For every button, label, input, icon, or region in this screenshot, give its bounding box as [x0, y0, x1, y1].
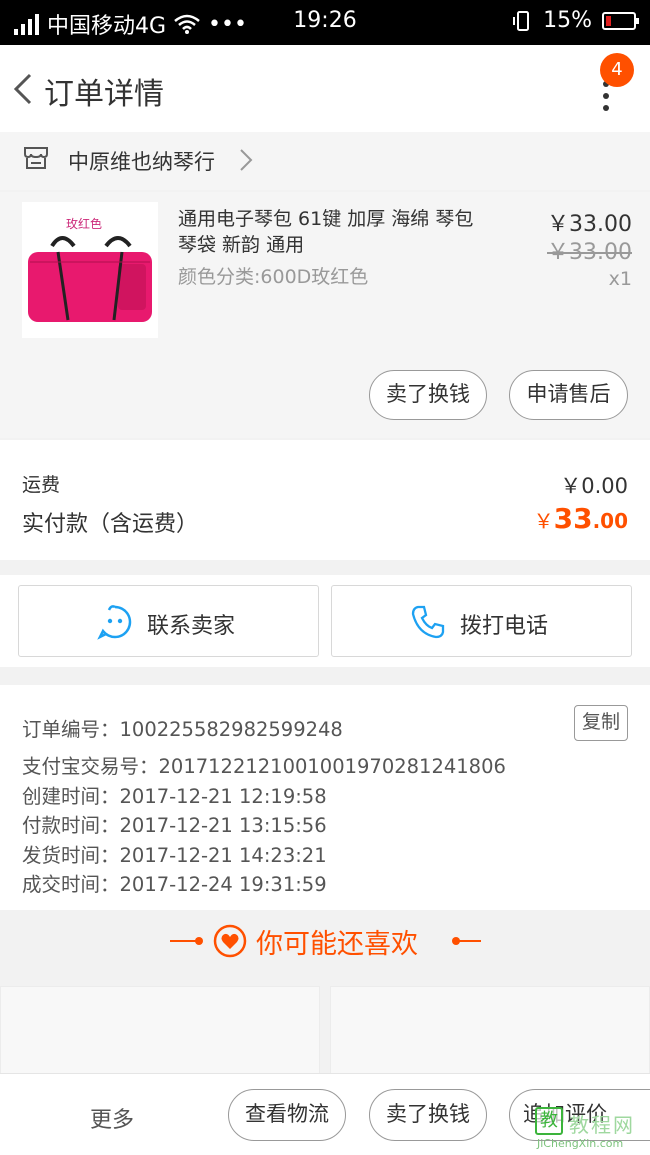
watermark-url: JiChengXin.com — [537, 1137, 624, 1150]
heart-icon — [213, 924, 247, 958]
watermark-text: 教程网 — [569, 1113, 635, 1137]
recommend-header: 你可能还喜欢 — [0, 912, 650, 974]
call-phone-label: 拨打电话 — [460, 614, 549, 639]
copy-button[interactable]: 复制 — [574, 705, 628, 741]
watermark: 教 教程网 JiChengXin.com — [533, 1103, 645, 1153]
store-icon — [24, 147, 48, 169]
product-sku: 颜色分类:600D玫红色 — [178, 266, 369, 288]
after-sales-button[interactable]: 申请售后 — [509, 370, 628, 420]
recommend-title: 你可能还喜欢 — [256, 929, 418, 960]
bag-illustration: 玫红色 — [28, 216, 152, 322]
paid-currency: ￥ — [533, 509, 554, 533]
contact-section: 联系卖家 拨打电话 — [0, 575, 650, 667]
order-info: 订单编号：100225582982599248 支付宝交易号：201712212… — [0, 685, 650, 910]
alipay-trade-number: 支付宝交易号：2017122121001001970281241806 — [22, 755, 506, 778]
back-arrow-icon[interactable] — [8, 69, 38, 109]
contact-seller-label: 联系卖家 — [147, 614, 236, 639]
view-logistics-button[interactable]: 查看物流 — [228, 1089, 346, 1141]
freight-label: 运费 — [22, 474, 61, 496]
watermark-logo-icon: 教 — [535, 1107, 563, 1135]
message-badge: 4 — [600, 53, 634, 87]
paid-time: 付款时间：2017-12-21 13:15:56 — [22, 814, 327, 837]
product-quantity: x1 — [608, 268, 632, 290]
product-image[interactable]: 玫红色 — [22, 202, 158, 338]
created-time: 创建时间：2017-12-21 12:19:58 — [22, 785, 327, 808]
product-original-price: ￥33.00 — [547, 240, 632, 265]
product-image-logo: 玫红色 — [66, 216, 102, 231]
fees-section: 运费 ￥0.00 实付款（含运费） ￥33.00 — [0, 440, 650, 560]
nav-header: 订单详情 4 — [0, 45, 650, 132]
completed-time: 成交时间：2017-12-24 19:31:59 — [22, 873, 327, 896]
rec-dot-left — [195, 937, 203, 945]
freight-value: ￥0.00 — [560, 474, 628, 498]
chevron-right-icon — [240, 149, 253, 171]
phone-vibrate-icon — [513, 10, 530, 31]
sell-for-cash-button[interactable]: 卖了换钱 — [369, 370, 487, 420]
paid-amount: ￥33.00 — [534, 502, 628, 535]
recommend-card[interactable] — [0, 986, 320, 1076]
status-right: 15% — [513, 8, 639, 33]
order-number: 订单编号：100225582982599248 — [22, 718, 343, 741]
sell-for-cash-bottom-button[interactable]: 卖了换钱 — [369, 1089, 487, 1141]
shipped-time: 发货时间：2017-12-21 14:23:21 — [22, 844, 327, 867]
battery-icon — [602, 11, 639, 30]
shop-name: 中原维也纳琴行 — [68, 150, 215, 174]
shop-row[interactable]: 中原维也纳琴行 — [0, 132, 650, 190]
call-phone-button[interactable]: 拨打电话 — [331, 585, 632, 657]
product-title[interactable]: 通用电子琴包 61键 加厚 海绵 琴包 琴袋 新韵 通用 — [178, 206, 498, 258]
product-card: 玫红色 通用电子琴包 61键 加厚 海绵 琴包 琴袋 新韵 通用 颜色分类:60… — [0, 192, 650, 438]
recommend-card[interactable] — [330, 986, 650, 1076]
page-title: 订单详情 — [44, 77, 164, 112]
paid-decimal: .00 — [592, 509, 628, 533]
paid-label: 实付款（含运费） — [22, 512, 199, 537]
rec-line-right — [455, 940, 481, 942]
more-button[interactable]: 更多 — [90, 1102, 134, 1134]
battery-percent: 15% — [543, 8, 592, 33]
more-menu-icon[interactable] — [600, 81, 612, 121]
phone-icon — [411, 605, 445, 639]
contact-seller-button[interactable]: 联系卖家 — [18, 585, 319, 657]
chat-bubble-icon — [97, 605, 132, 640]
paid-integer: 33 — [553, 502, 593, 535]
status-bar: 中国移动4G ••• 19:26 15% — [0, 0, 650, 45]
